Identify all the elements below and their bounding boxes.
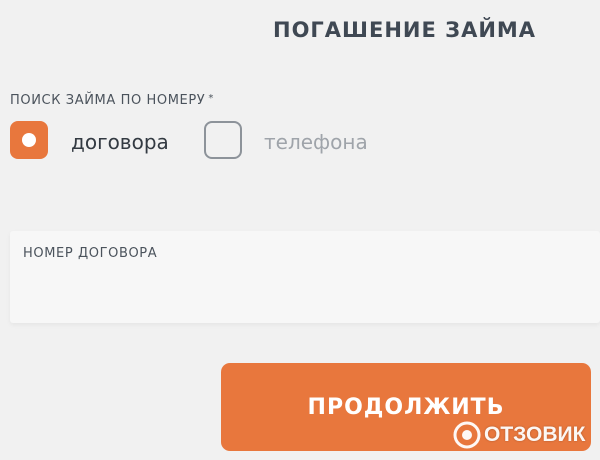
otzovik-watermark: ОТЗОВИК (452, 420, 585, 450)
contract-number-input[interactable] (23, 271, 587, 313)
watermark-text: ОТЗОВИК (484, 423, 586, 446)
otzovik-logo-icon (453, 421, 481, 449)
required-mark: * (208, 93, 214, 104)
contract-number-field[interactable]: НОМЕР ДОГОВОРА (10, 231, 600, 323)
radio-contract[interactable] (10, 121, 48, 159)
page-title: ПОГАШЕНИЕ ЗАЙМА (273, 18, 537, 42)
contract-number-label: НОМЕР ДОГОВОРА (23, 246, 158, 261)
radio-selected-dot (22, 133, 36, 147)
radio-phone-label[interactable]: телефона (264, 130, 368, 154)
continue-button-label: ПРОДОЛЖИТЬ (307, 394, 505, 420)
search-by-label-text: ПОИСК ЗАЙМА ПО НОМЕРУ (10, 93, 206, 108)
radio-contract-label[interactable]: договора (71, 130, 169, 154)
search-by-label: ПОИСК ЗАЙМА ПО НОМЕРУ * (10, 93, 214, 108)
radio-phone[interactable] (204, 121, 242, 159)
